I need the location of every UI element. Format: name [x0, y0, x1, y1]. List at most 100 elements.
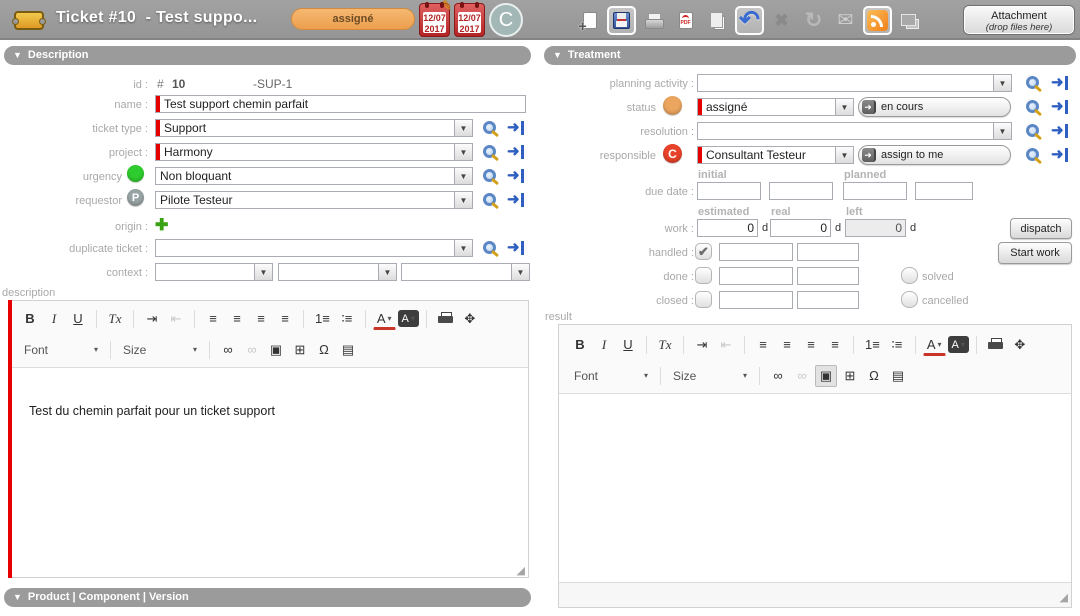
section-description[interactable]: ▼Description: [4, 46, 531, 65]
copy-button[interactable]: [703, 6, 732, 35]
duplicate-search-icon[interactable]: [483, 241, 496, 254]
done-checkbox[interactable]: [695, 267, 712, 284]
resize-handle-icon[interactable]: ◢: [1060, 593, 1068, 604]
align-left-button[interactable]: ≡: [752, 334, 774, 356]
bg-color-button[interactable]: A▾: [398, 310, 419, 327]
align-left-button[interactable]: ≡: [202, 308, 224, 330]
update-date-icon[interactable]: 12/072017: [454, 3, 485, 37]
handled-time-input[interactable]: [797, 243, 859, 261]
bold-button[interactable]: B: [569, 334, 591, 356]
assign-to-me-button[interactable]: ➜assign to me: [858, 145, 1011, 165]
image-button[interactable]: ▣: [265, 339, 287, 361]
chevron-down-icon[interactable]: ▼: [511, 264, 529, 280]
due-date-planned-time-input[interactable]: [915, 182, 973, 200]
rss-button[interactable]: [863, 6, 892, 35]
italic-button[interactable]: I: [43, 308, 65, 330]
next-status-button[interactable]: ➜en cours: [858, 97, 1011, 117]
undo-button[interactable]: ↶: [735, 6, 764, 35]
requestor-goto-icon[interactable]: ➜: [507, 193, 524, 207]
chevron-down-icon[interactable]: ▼: [993, 75, 1011, 91]
text-color-button[interactable]: A▾: [373, 310, 396, 330]
italic-button[interactable]: I: [593, 334, 615, 356]
name-input[interactable]: [155, 95, 526, 113]
maximize-button[interactable]: ✥: [459, 308, 481, 330]
outdent-button[interactable]: ⇤: [165, 308, 187, 330]
section-treatment[interactable]: ▼Treatment: [544, 46, 1076, 65]
requestor-select[interactable]: Pilote Testeur▼: [155, 191, 473, 209]
urgency-search-icon[interactable]: [483, 169, 496, 182]
work-estimated-input[interactable]: [697, 219, 758, 237]
work-real-input[interactable]: [770, 219, 831, 237]
closed-time-input[interactable]: [797, 291, 859, 309]
align-justify-button[interactable]: ≡: [824, 334, 846, 356]
link-button[interactable]: ∞: [767, 365, 789, 387]
bg-color-button[interactable]: A▾: [948, 336, 969, 353]
special-char-button[interactable]: Ω: [863, 365, 885, 387]
remove-format-button[interactable]: Tx: [104, 308, 126, 330]
bulleted-list-button[interactable]: ∶≡: [336, 308, 358, 330]
status-goto-icon[interactable]: ➜: [1051, 100, 1068, 114]
planning-search-icon[interactable]: [1026, 76, 1039, 89]
resolution-search-icon[interactable]: [1026, 124, 1039, 137]
windows-button[interactable]: [895, 6, 924, 35]
planning-activity-select[interactable]: ▼: [697, 74, 1012, 92]
done-time-input[interactable]: [797, 267, 859, 285]
urgency-select[interactable]: Non bloquant▼: [155, 167, 473, 185]
attachment-button[interactable]: Attachment (drop files here): [963, 5, 1075, 35]
chevron-down-icon[interactable]: ▼: [454, 144, 472, 160]
outdent-button[interactable]: ⇤: [715, 334, 737, 356]
numbered-list-button[interactable]: 1≡: [311, 308, 334, 330]
chevron-down-icon[interactable]: ▼: [378, 264, 396, 280]
maximize-button[interactable]: ✥: [1009, 334, 1031, 356]
closed-checkbox[interactable]: [695, 291, 712, 308]
status-search-icon[interactable]: [1026, 100, 1039, 113]
unlink-button[interactable]: ∞: [791, 365, 813, 387]
email-button[interactable]: ✉: [831, 6, 860, 35]
align-right-button[interactable]: ≡: [250, 308, 272, 330]
duplicate-goto-icon[interactable]: ➜: [507, 241, 524, 255]
size-combo[interactable]: Size▾: [668, 365, 752, 387]
delete-button[interactable]: ✖: [767, 6, 796, 35]
ticket-type-search-icon[interactable]: [483, 121, 496, 134]
due-date-initial-time-input[interactable]: [769, 182, 833, 200]
image-button[interactable]: ▣: [815, 365, 837, 387]
special-char-button[interactable]: Ω: [313, 339, 335, 361]
creation-date-icon[interactable]: ✎ 12/072017: [419, 3, 450, 37]
font-combo[interactable]: Font▾: [569, 365, 653, 387]
numbered-list-button[interactable]: 1≡: [861, 334, 884, 356]
print-button-toolbar[interactable]: [639, 6, 668, 35]
resize-handle-icon[interactable]: ◢: [517, 566, 525, 577]
chevron-down-icon[interactable]: ▼: [993, 123, 1011, 139]
solved-checkbox[interactable]: [901, 267, 918, 284]
resolution-goto-icon[interactable]: ➜: [1051, 124, 1068, 138]
project-select[interactable]: Harmony▼: [155, 143, 473, 161]
link-button[interactable]: ∞: [217, 339, 239, 361]
underline-button[interactable]: U: [67, 308, 89, 330]
add-origin-icon[interactable]: ✚: [155, 215, 168, 235]
chevron-down-icon[interactable]: ▼: [835, 99, 853, 115]
context-select-2[interactable]: ▼: [278, 263, 397, 281]
align-center-button[interactable]: ≡: [776, 334, 798, 356]
refresh-button[interactable]: ↻: [799, 6, 828, 35]
due-date-planned-input[interactable]: [843, 182, 907, 200]
align-center-button[interactable]: ≡: [226, 308, 248, 330]
bold-button[interactable]: B: [19, 308, 41, 330]
print-button[interactable]: [984, 334, 1007, 356]
paste-word-button[interactable]: ▤: [337, 339, 359, 361]
start-work-button[interactable]: Start work: [998, 242, 1072, 264]
align-right-button[interactable]: ≡: [800, 334, 822, 356]
ticket-type-select[interactable]: Support▼: [155, 119, 473, 137]
align-justify-button[interactable]: ≡: [274, 308, 296, 330]
chevron-down-icon[interactable]: ▼: [254, 264, 272, 280]
font-combo[interactable]: Font▾: [19, 339, 103, 361]
closed-date-input[interactable]: [719, 291, 793, 309]
section-product-component-version[interactable]: ▼Product | Component | Version: [4, 588, 531, 607]
project-search-icon[interactable]: [483, 145, 496, 158]
underline-button[interactable]: U: [617, 334, 639, 356]
indent-button[interactable]: ⇥: [691, 334, 713, 356]
urgency-goto-icon[interactable]: ➜: [507, 169, 524, 183]
remove-format-button[interactable]: Tx: [654, 334, 676, 356]
dispatch-button[interactable]: dispatch: [1010, 218, 1072, 239]
chevron-down-icon[interactable]: ▼: [454, 240, 472, 256]
done-date-input[interactable]: [719, 267, 793, 285]
